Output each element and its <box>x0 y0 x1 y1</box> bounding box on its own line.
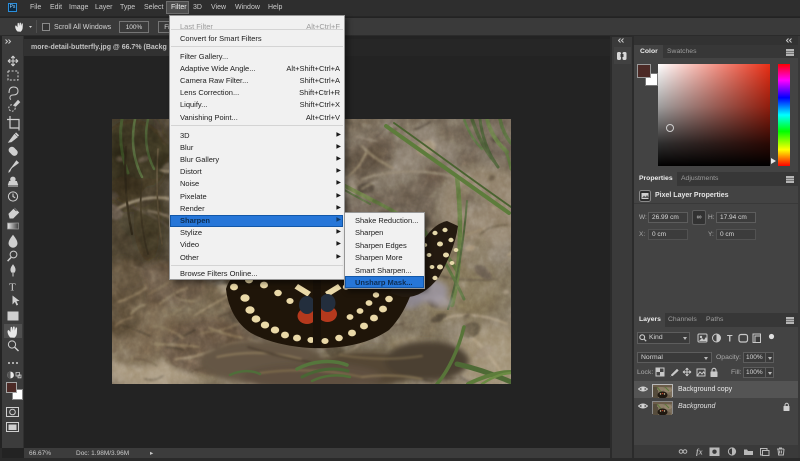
svg-text:T: T <box>9 282 16 294</box>
svg-text:T: T <box>727 334 733 344</box>
svg-text:fx: fx <box>696 448 703 457</box>
